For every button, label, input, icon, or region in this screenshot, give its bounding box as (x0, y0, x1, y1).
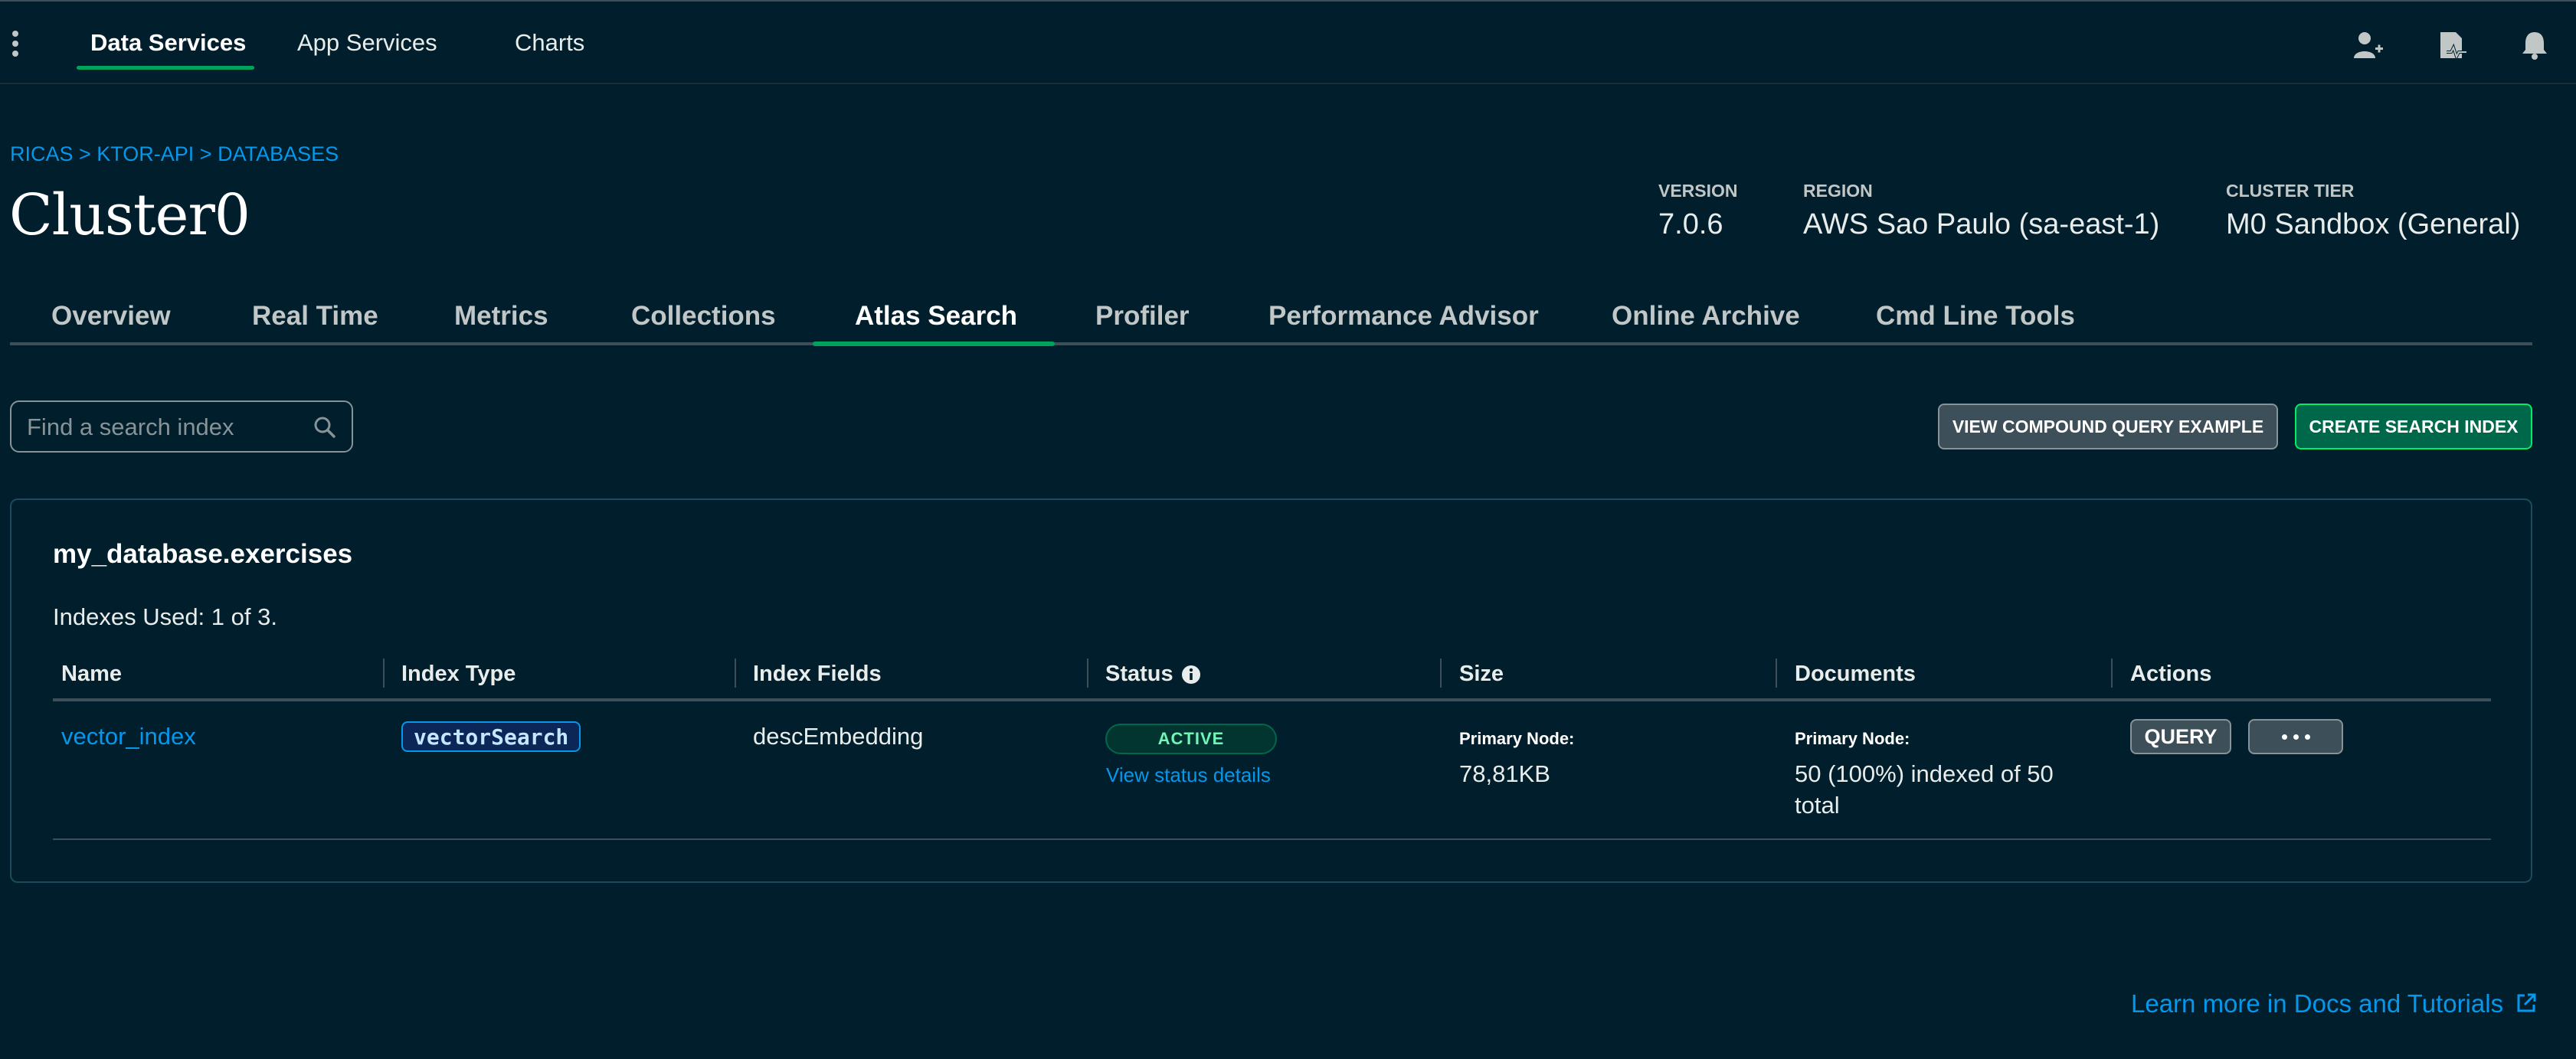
create-search-index-button[interactable]: CREATE SEARCH INDEX (2295, 404, 2532, 449)
info-icon[interactable] (1181, 665, 1201, 685)
tab-metrics[interactable]: Metrics (454, 301, 548, 332)
column-header-status[interactable]: Status (1105, 662, 1173, 687)
nav-charts[interactable]: Charts (515, 29, 584, 57)
indexes-used-text: Indexes Used: 1 of 3. (53, 603, 277, 630)
cluster-tier-label: CLUSTER TIER (2226, 181, 2355, 201)
column-header-index-type[interactable]: Index Type (401, 662, 516, 687)
tabs-divider (10, 342, 2532, 345)
tab-overview[interactable]: Overview (51, 301, 171, 332)
more-actions-ellipsis-icon[interactable] (2248, 719, 2343, 754)
documents-indexed-total: total (1795, 792, 1840, 819)
column-separator (2111, 659, 2113, 688)
page-title: Cluster0 (9, 182, 250, 248)
status-badge: ACTIVE (1105, 724, 1277, 754)
more-options-kebab-icon[interactable] (11, 31, 20, 57)
column-separator (383, 659, 385, 688)
nav-active-indicator (77, 66, 254, 70)
search-index-input[interactable] (25, 402, 304, 453)
external-link-icon (2517, 993, 2536, 1012)
column-header-documents[interactable]: Documents (1795, 662, 1916, 687)
activity-feed-icon[interactable] (2436, 29, 2468, 61)
tab-active-indicator (813, 342, 1055, 346)
query-button[interactable]: QUERY (2130, 719, 2231, 754)
index-fields-value: descEmbedding (753, 723, 924, 750)
column-header-name[interactable]: Name (61, 662, 122, 687)
learn-more-docs-link[interactable]: Learn more in Docs and Tutorials (2131, 989, 2538, 1018)
invite-user-icon[interactable] (2352, 29, 2384, 61)
tab-atlas-search[interactable]: Atlas Search (855, 301, 1017, 332)
search-index-box (10, 400, 353, 453)
breadcrumb[interactable]: RICAS > KTOR-API > DATABASES (10, 142, 339, 166)
column-separator (1087, 659, 1088, 688)
view-status-details-link[interactable]: View status details (1106, 763, 1271, 787)
index-type-badge: vectorSearch (401, 721, 581, 752)
table-row-divider (53, 838, 2491, 840)
size-primary-node-label: Primary Node: (1459, 729, 1575, 748)
documents-primary-node-label: Primary Node: (1795, 729, 1910, 748)
search-icon[interactable] (313, 416, 336, 439)
column-header-actions: Actions (2130, 662, 2212, 686)
learn-more-label: Learn more in Docs and Tutorials (2131, 989, 2504, 1018)
column-separator (1776, 659, 1777, 688)
collection-name: my_database.exercises (53, 539, 353, 569)
nav-app-services[interactable]: App Services (297, 29, 437, 57)
region-label: REGION (1803, 181, 1873, 201)
tab-performance-advisor[interactable]: Performance Advisor (1268, 301, 1539, 332)
tab-profiler[interactable]: Profiler (1095, 301, 1190, 332)
index-name-link[interactable]: vector_index (61, 723, 196, 750)
tab-cmd-line-tools[interactable]: Cmd Line Tools (1876, 301, 2075, 332)
column-header-index-fields[interactable]: Index Fields (753, 662, 882, 687)
notifications-bell-icon[interactable] (2519, 29, 2551, 61)
version-value: 7.0.6 (1658, 208, 1723, 240)
column-separator (1440, 659, 1442, 688)
cluster-tier-value: M0 Sandbox (General) (2226, 208, 2521, 240)
region-value: AWS Sao Paulo (sa-east-1) (1803, 208, 2160, 240)
tab-collections[interactable]: Collections (631, 301, 776, 332)
column-separator (735, 659, 736, 688)
documents-indexed-value: 50 (100%) indexed of 50 (1795, 760, 2054, 787)
view-compound-query-example-button[interactable]: VIEW COMPOUND QUERY EXAMPLE (1938, 404, 2278, 449)
version-label: VERSION (1658, 181, 1738, 201)
tab-real-time[interactable]: Real Time (252, 301, 378, 332)
column-header-size[interactable]: Size (1459, 662, 1504, 687)
table-header-divider (53, 698, 2491, 701)
size-value: 78,81KB (1459, 760, 1550, 787)
search-index-card (10, 498, 2532, 883)
tab-online-archive[interactable]: Online Archive (1612, 301, 1800, 332)
nav-data-services[interactable]: Data Services (90, 29, 246, 57)
